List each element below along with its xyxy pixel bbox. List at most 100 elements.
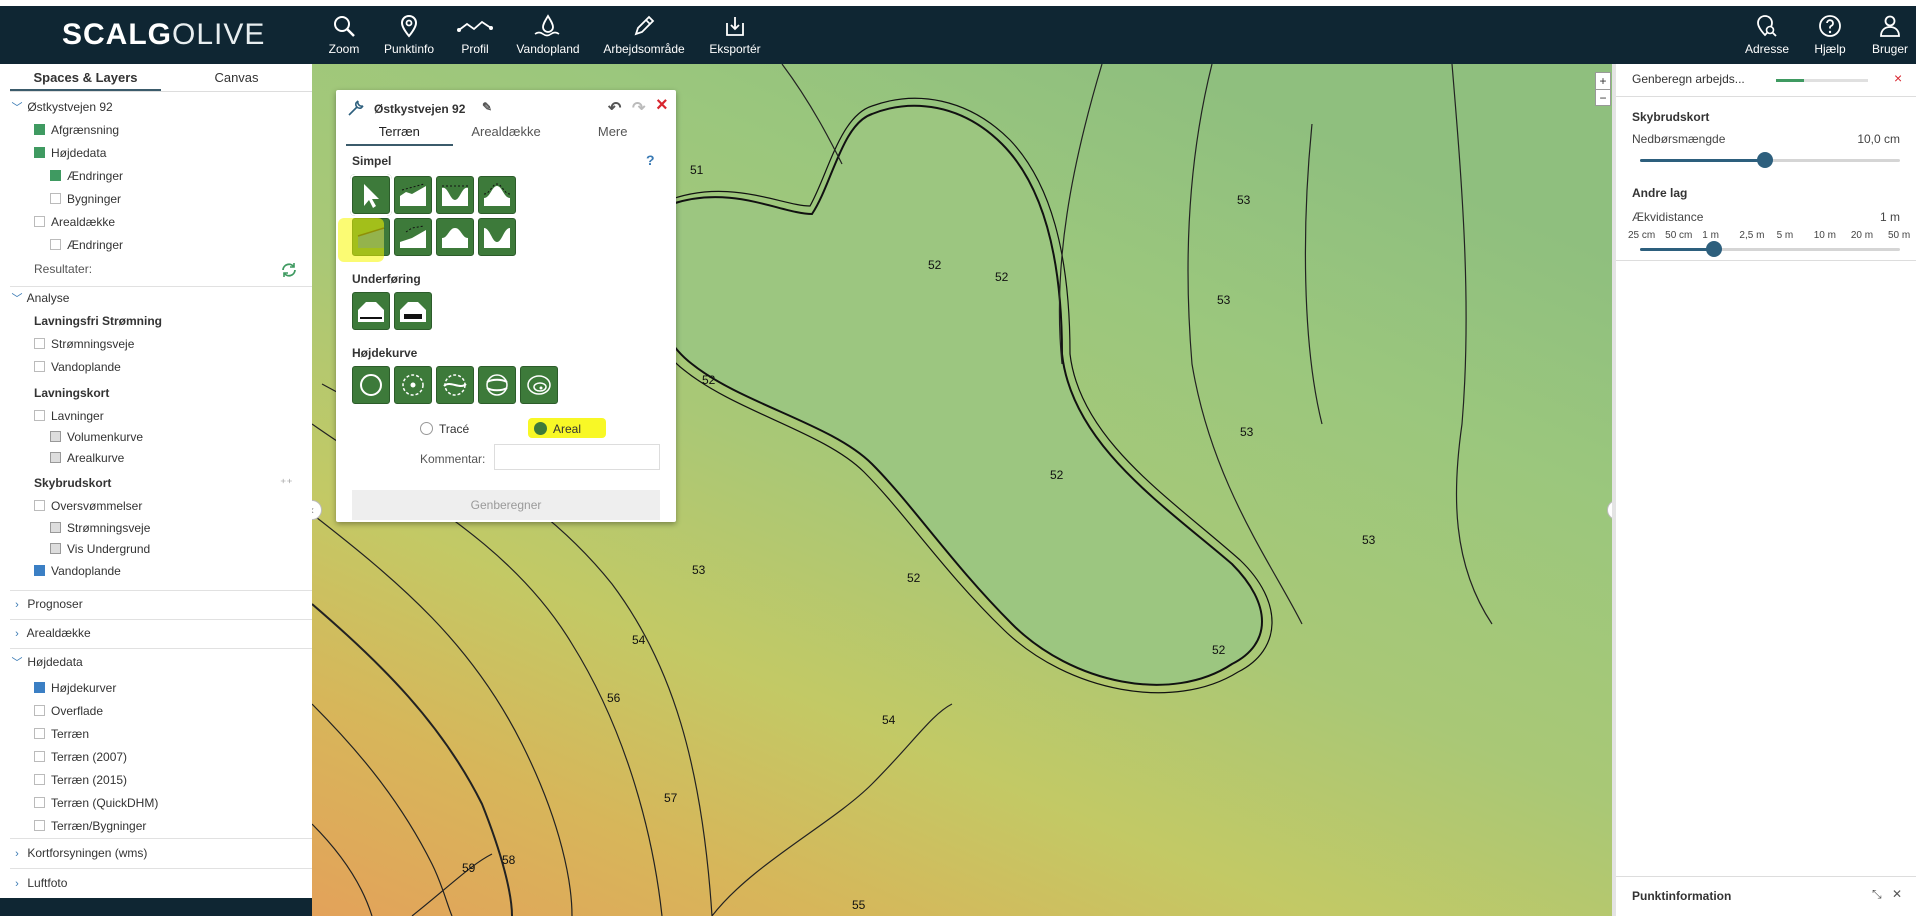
space-header[interactable]: ﹀ Østkystvejen 92 xyxy=(10,96,312,118)
terrain-tool-2[interactable] xyxy=(436,176,474,214)
checkbox[interactable] xyxy=(34,565,45,576)
tab-arealdaekke[interactable]: Arealdække xyxy=(453,124,560,146)
terrain-tool-3[interactable] xyxy=(478,176,516,214)
checkbox[interactable] xyxy=(34,361,45,372)
checkbox[interactable] xyxy=(34,500,45,511)
radio-trace[interactable]: Tracé xyxy=(420,422,469,436)
layer-hojdekurver[interactable]: Højdekurver xyxy=(10,677,312,699)
checkbox[interactable] xyxy=(34,820,45,831)
culvert-tool-1[interactable] xyxy=(352,292,390,330)
contour-tool-5[interactable] xyxy=(520,366,558,404)
layer-stromningsveje-2[interactable]: Strømningsveje xyxy=(10,517,312,539)
tab-terraen[interactable]: Terræn xyxy=(346,124,453,146)
radio-trace-circle[interactable] xyxy=(420,422,433,435)
layer-stromningsveje[interactable]: Strømningsveje xyxy=(10,333,312,355)
section-prognoser[interactable]: › Prognoser xyxy=(10,590,312,616)
layer-terraen[interactable]: Terræn xyxy=(10,723,312,745)
layer-terraen-bygninger[interactable]: Terræn/Bygninger xyxy=(10,815,312,837)
layer-terraen-2015[interactable]: Terræn (2015) xyxy=(10,769,312,791)
tab-spaces-layers[interactable]: Spaces & Layers xyxy=(10,64,161,91)
tab-canvas[interactable]: Canvas xyxy=(161,64,312,91)
section-kortforsyningen[interactable]: › Kortforsyningen (wms) xyxy=(10,838,312,866)
layer-terraen-2007[interactable]: Terræn (2007) xyxy=(10,746,312,768)
layer-volumenkurve[interactable]: Volumenkurve xyxy=(10,426,312,448)
tab-mere[interactable]: Mere xyxy=(559,124,666,146)
section-arealdaekke[interactable]: › Arealdække xyxy=(10,619,312,645)
checkbox[interactable] xyxy=(34,682,45,693)
layer-vis-undergrund[interactable]: Vis Undergrund xyxy=(10,538,312,560)
edit-icon[interactable]: ✎ xyxy=(482,100,492,114)
add-layer-icon[interactable]: ⁺⁺ xyxy=(280,472,293,494)
collapse-icon[interactable]: ⤡ xyxy=(1872,887,1882,902)
terrain-tool-1[interactable] xyxy=(394,176,432,214)
checkbox[interactable] xyxy=(50,452,61,463)
expand-icon[interactable]: ✕ xyxy=(1892,887,1902,901)
cancel-icon[interactable]: × xyxy=(1894,70,1902,86)
checkbox[interactable] xyxy=(50,431,61,442)
checkbox[interactable] xyxy=(34,705,45,716)
checkbox[interactable] xyxy=(34,774,45,785)
app-logo[interactable]: SCALGOLIVE xyxy=(62,20,265,50)
checkbox[interactable] xyxy=(34,751,45,762)
checkbox[interactable] xyxy=(34,410,45,421)
layer-arealkurve[interactable]: Arealkurve xyxy=(10,447,312,469)
bruger-tool-button[interactable]: Bruger xyxy=(1868,14,1912,56)
undo-icon[interactable]: ↶ xyxy=(608,98,621,118)
point-info-bar[interactable]: Punktinformation ⤡ ✕ xyxy=(1616,876,1916,916)
terrain-tool-6[interactable] xyxy=(436,218,474,256)
rain-slider-knob[interactable] xyxy=(1756,152,1773,168)
terrain-tool-7[interactable] xyxy=(478,218,516,256)
terrain-tool-5[interactable] xyxy=(394,218,432,256)
layer-lavninger[interactable]: Lavninger xyxy=(10,405,312,427)
refresh-icon[interactable] xyxy=(280,261,298,279)
select-tool-button[interactable] xyxy=(350,174,392,216)
contour-tool-3[interactable] xyxy=(436,366,474,404)
punktinfo-tool-button[interactable]: Punktinfo xyxy=(378,14,440,56)
layer-terraen-quickdhm[interactable]: Terræn (QuickDHM) xyxy=(10,792,312,814)
section-analyse[interactable]: ﹀ Analyse xyxy=(10,286,312,308)
zoom-in-button[interactable]: + xyxy=(1596,73,1610,89)
checkbox[interactable] xyxy=(34,338,45,349)
checkbox-aendringer-2[interactable] xyxy=(50,239,61,250)
layer-hojdedata[interactable]: Højdedata xyxy=(10,142,312,164)
vandopland-tool-button[interactable]: Vandopland xyxy=(512,14,584,56)
radio-areal[interactable]: Areal xyxy=(534,422,581,436)
layer-afgraensning[interactable]: Afgrænsning xyxy=(10,119,312,141)
contour-slider-knob[interactable] xyxy=(1706,241,1723,257)
layer-vandoplande[interactable]: Vandoplande xyxy=(10,356,312,378)
layer-arealdaekke-aendringer[interactable]: Ændringer xyxy=(10,234,312,256)
contour-tool-1[interactable] xyxy=(352,366,390,404)
checkbox[interactable] xyxy=(50,522,61,533)
section-luftfoto[interactable]: › Luftfoto xyxy=(10,868,312,896)
layer-overflade[interactable]: Overflade xyxy=(10,700,312,722)
checkbox-arealdaekke[interactable] xyxy=(34,216,45,227)
radio-areal-circle[interactable] xyxy=(534,422,547,435)
checkbox[interactable] xyxy=(34,728,45,739)
help-icon[interactable]: ? xyxy=(646,152,655,168)
layer-vandoplande-2[interactable]: Vandoplande xyxy=(10,560,312,582)
eksporter-tool-button[interactable]: Eksportér xyxy=(704,14,766,56)
layer-oversvommelser[interactable]: Oversvømmelser xyxy=(10,495,312,517)
checkbox-aendringer[interactable] xyxy=(50,170,61,181)
zoom-out-button[interactable]: − xyxy=(1596,89,1610,106)
recalc-button[interactable]: Genberegner xyxy=(352,490,660,520)
checkbox[interactable] xyxy=(50,543,61,554)
comment-input[interactable] xyxy=(494,444,660,470)
close-icon[interactable]: × xyxy=(656,94,668,117)
layer-bygninger[interactable]: Bygninger xyxy=(10,188,312,210)
contour-tool-2[interactable] xyxy=(394,366,432,404)
redo-icon[interactable]: ↷ xyxy=(632,98,645,118)
hjaelp-tool-button[interactable]: Hjælp xyxy=(1808,14,1852,56)
arbejdsomrade-tool-button[interactable]: Arbejdsområde xyxy=(596,14,692,56)
adresse-tool-button[interactable]: Adresse xyxy=(1742,14,1792,56)
checkbox-hojdedata[interactable] xyxy=(34,147,45,158)
checkbox-bygninger[interactable] xyxy=(50,193,61,204)
checkbox[interactable] xyxy=(34,797,45,808)
zoom-tool-button[interactable]: Zoom xyxy=(324,14,364,56)
contour-tool-4[interactable] xyxy=(478,366,516,404)
culvert-tool-2[interactable] xyxy=(394,292,432,330)
checkbox-afgraensning[interactable] xyxy=(34,124,45,135)
section-hojdedata[interactable]: ﹀ Højdedata xyxy=(10,648,312,674)
layer-hojdedata-aendringer[interactable]: Ændringer xyxy=(10,165,312,187)
profil-tool-button[interactable]: Profil xyxy=(452,14,498,56)
